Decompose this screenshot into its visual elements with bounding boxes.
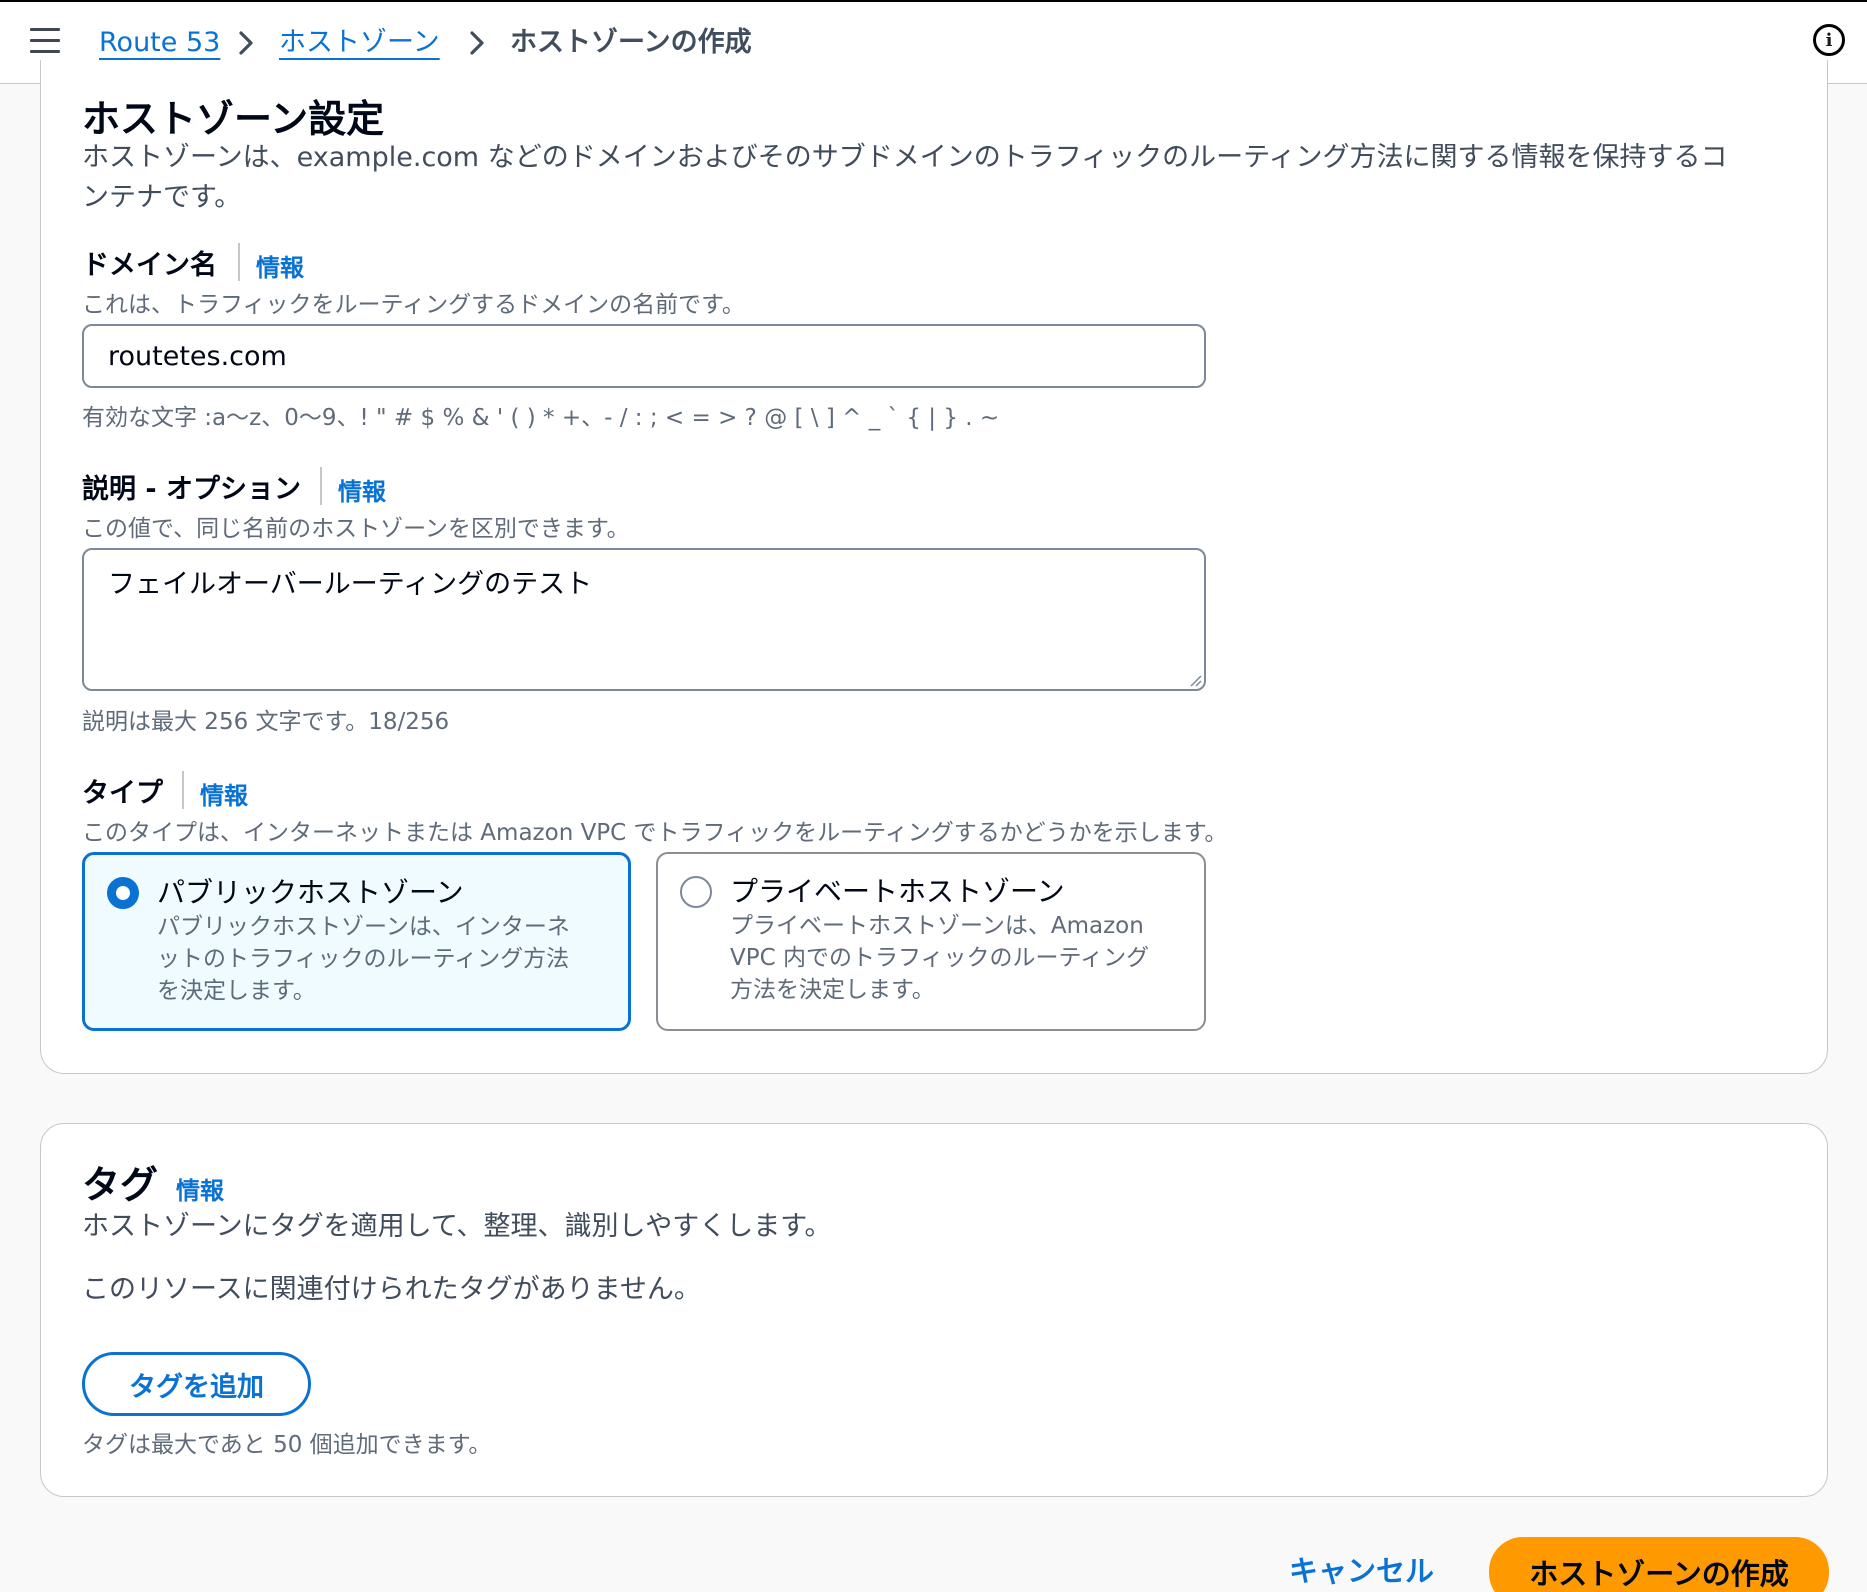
section-description-line1: ホストゾーンは、example.com などのドメインおよびそのサブドメインのト… [82, 142, 1728, 173]
option-description-line: VPC 内でのトラフィックのルーティング [730, 945, 1150, 971]
option-description-line: パブリックホストゾーンは、インターネ [157, 914, 570, 940]
domain-name-label: ドメイン名 [82, 250, 217, 281]
radio-button-selected[interactable] [107, 877, 139, 909]
type-info-link[interactable]: 情報 [200, 776, 248, 811]
breadcrumb-hosted-zones[interactable]: ホストゾーン [279, 24, 440, 62]
option-description-line: 方法を決定します。 [730, 977, 935, 1003]
type-label: タイプ [82, 778, 163, 809]
section-description-line2: ンテナです。 [82, 182, 242, 213]
add-tag-button[interactable]: タグを追加 [82, 1352, 311, 1416]
tags-panel: タグ 情報 ホストゾーンにタグを適用して、整理、識別しやすくします。 このリソー… [40, 1123, 1828, 1497]
domain-name-info-link[interactable]: 情報 [256, 248, 304, 283]
description-help: この値で、同じ名前のホストゾーンを区別できます。 [82, 516, 630, 542]
tags-limit-note: タグは最大であと 50 個追加できます。 [82, 1432, 492, 1458]
label-divider [238, 243, 240, 281]
chevron-right-icon [239, 31, 253, 55]
description-info-link[interactable]: 情報 [338, 472, 386, 507]
description-textarea[interactable]: フェイルオーバールーティングのテスト [82, 548, 1206, 691]
menu-icon[interactable] [30, 28, 60, 53]
description-constraint: 説明は最大 256 文字です。18/256 [82, 709, 450, 735]
create-hosted-zone-button[interactable]: ホストゾーンの作成 [1489, 1537, 1829, 1592]
label-divider [182, 771, 184, 809]
info-icon[interactable]: i [1813, 24, 1845, 56]
breadcrumb-current-page: ホストゾーンの作成 [510, 27, 752, 58]
breadcrumb-route53[interactable]: Route 53 [99, 24, 220, 62]
tags-description: ホストゾーンにタグを適用して、整理、識別しやすくします。 [82, 1211, 832, 1242]
option-title: プライベートホストゾーン [730, 875, 1065, 908]
description-value: フェイルオーバールーティングのテスト [108, 569, 593, 600]
radio-button-unselected[interactable] [680, 876, 712, 908]
chevron-right-icon [470, 31, 484, 55]
description-label: 説明 - オプション [82, 474, 302, 505]
option-title: パブリックホストゾーン [157, 876, 464, 909]
public-hosted-zone-option[interactable]: パブリックホストゾーン パブリックホストゾーンは、インターネ ットのトラフィック… [82, 852, 631, 1031]
resize-handle-icon[interactable] [1186, 671, 1202, 687]
cancel-button[interactable]: キャンセル [1289, 1548, 1434, 1590]
tags-info-link[interactable]: 情報 [176, 1171, 224, 1206]
label-divider [320, 467, 322, 505]
tags-title: タグ [82, 1163, 159, 1207]
domain-name-input[interactable]: routetes.com [82, 324, 1206, 388]
domain-name-value: routetes.com [108, 340, 287, 372]
option-description-line: ットのトラフィックのルーティング方法 [157, 946, 570, 972]
option-description-line: プライベートホストゾーンは、Amazon [730, 913, 1144, 939]
type-description: このタイプは、インターネットまたは Amazon VPC でトラフィックをルーテ… [82, 820, 1228, 846]
section-title: ホストゾーン設定 [82, 97, 385, 141]
hosted-zone-settings-panel: ホストゾーン設定 ホストゾーンは、example.com などのドメインおよびそ… [40, 60, 1828, 1074]
domain-name-description: これは、トラフィックをルーティングするドメインの名前です。 [82, 292, 745, 318]
private-hosted-zone-option[interactable]: プライベートホストゾーン プライベートホストゾーンは、Amazon VPC 内で… [656, 852, 1206, 1031]
domain-name-constraint: 有効な文字 :a～z、0～9、! " # $ % & ' ( ) * +、- /… [82, 405, 1000, 431]
tags-empty-message: このリソースに関連付けられたタグがありません。 [82, 1274, 701, 1305]
option-description-line: を決定します。 [157, 978, 316, 1004]
